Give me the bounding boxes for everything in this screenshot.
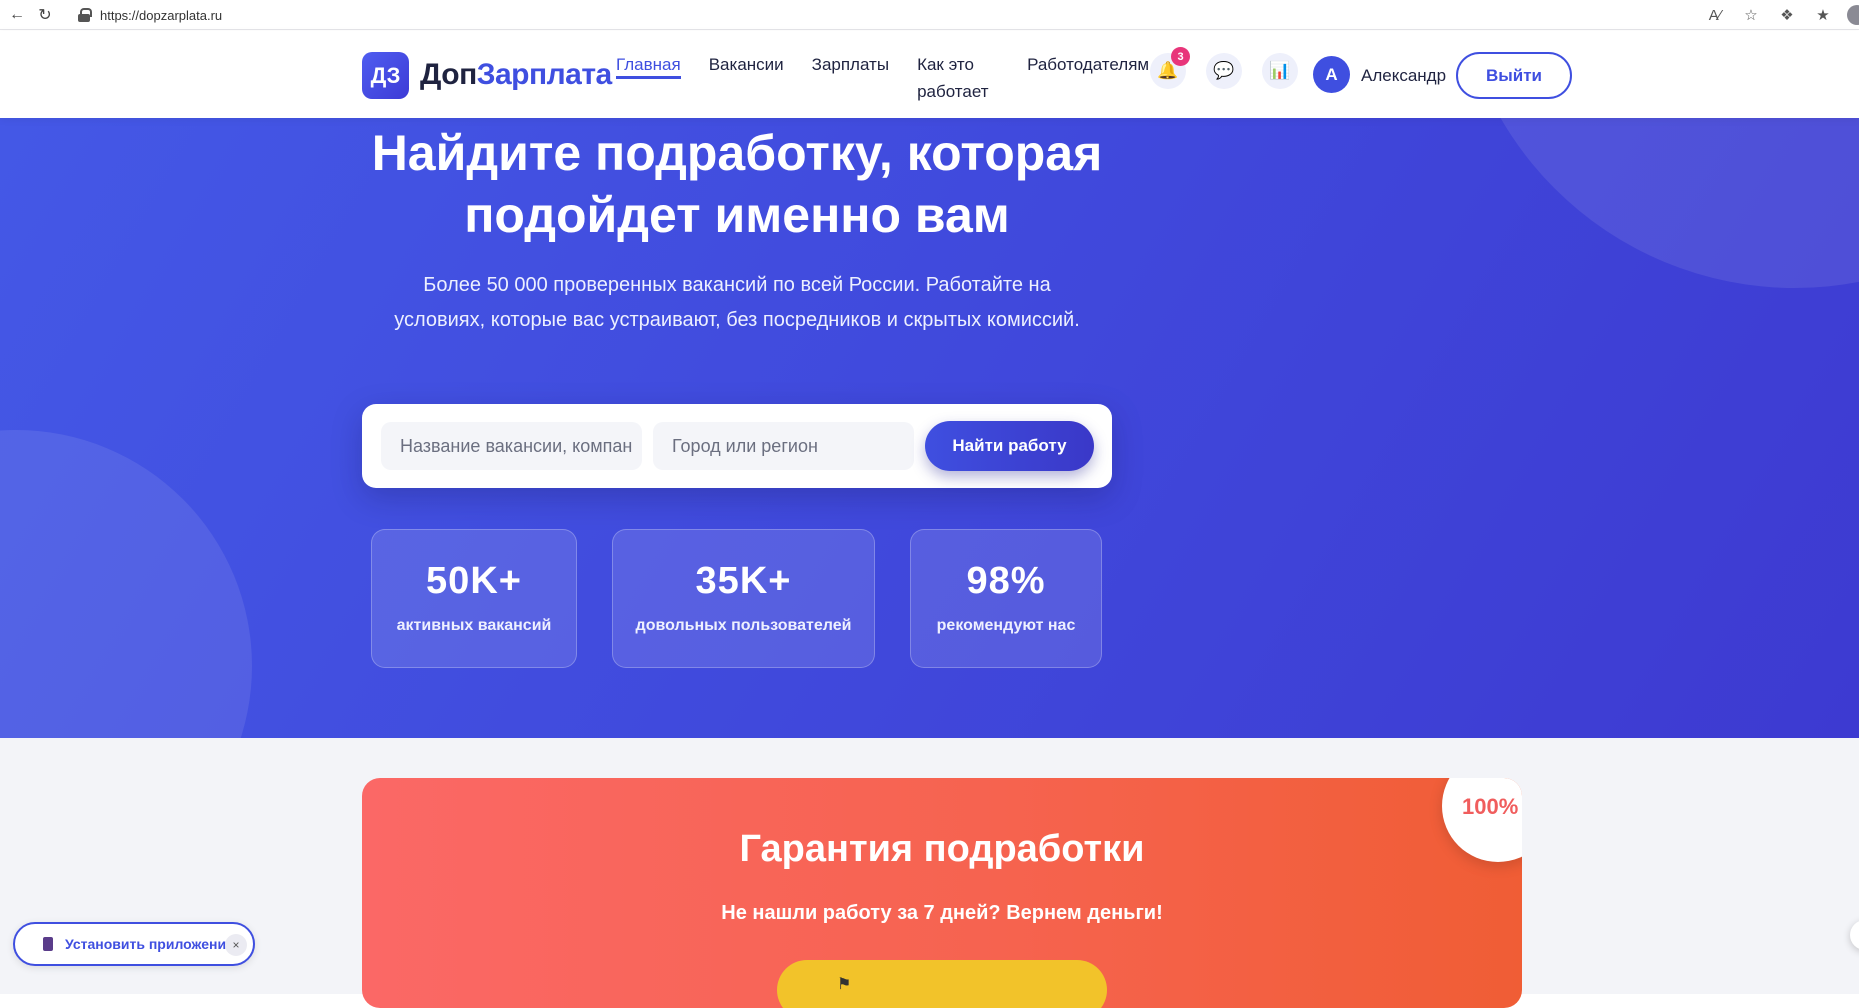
profile-icon[interactable]	[1847, 5, 1859, 25]
stat-value: 98%	[966, 560, 1046, 602]
nav-link-employers[interactable]: Работодателям	[1027, 51, 1149, 105]
guarantee-title: Гарантия подработки	[739, 828, 1145, 870]
install-app-label: Установить приложение	[65, 936, 234, 952]
nav-link-how-it-works[interactable]: Как это работает	[917, 51, 999, 105]
hero-section: Найдите подработку, которая подойдет име…	[0, 118, 1859, 738]
guarantee-banner: 100% Гарантия подработки Не нашли работу…	[362, 778, 1522, 1008]
hero-title: Найдите подработку, которая подойдет име…	[371, 125, 1103, 243]
hero-subtitle: Более 50 000 проверенных вакансий по все…	[394, 274, 1080, 331]
city-search-input[interactable]	[653, 422, 914, 470]
back-icon[interactable]: ←	[6, 4, 28, 26]
guarantee-badge-text: 100%	[1462, 794, 1519, 819]
header-icons: 🔔 3 💬 📊	[1150, 47, 1298, 89]
reload-icon[interactable]: ↻	[34, 4, 56, 26]
favorites-list-icon[interactable]: ★	[1811, 3, 1835, 27]
browser-actions: A⁄ ☆ ❖ ★	[1703, 3, 1859, 27]
nav-link-salaries[interactable]: Зарплаты	[812, 51, 889, 105]
browser-toolbar: ← ↻ https://dopzarplata.ru A⁄ ☆ ❖ ★	[0, 0, 1859, 30]
cta-icon: ⚑	[837, 976, 852, 993]
logo-text-part-2: Зарплата	[476, 58, 613, 91]
extensions-icon[interactable]: ❖	[1775, 3, 1799, 27]
stat-label: активных вакансий	[396, 617, 552, 634]
logout-button[interactable]: Выйти	[1456, 52, 1572, 99]
install-app-button[interactable]: Установить приложение ×	[13, 922, 255, 966]
stat-value: 50K+	[426, 560, 522, 602]
logo-text-part-1: Доп	[420, 58, 477, 91]
notification-badge: 3	[1171, 47, 1190, 66]
avatar[interactable]: А	[1313, 56, 1350, 93]
phone-icon	[43, 937, 53, 951]
logo-text[interactable]: ДопЗарплата	[420, 58, 612, 92]
job-search-input[interactable]	[381, 422, 642, 470]
stat-card: 50K+ активных вакансий	[371, 529, 577, 668]
stat-card: 98% рекомендуют нас	[910, 529, 1102, 668]
nav-link-home[interactable]: Главная	[616, 51, 681, 79]
guarantee-subtitle: Не нашли работу за 7 дней? Вернем деньги…	[721, 902, 1163, 924]
stat-card: 35K+ довольных пользователей	[612, 529, 875, 668]
user-name[interactable]: Александр	[1361, 66, 1446, 86]
guarantee-section: 100% Гарантия подработки Не нашли работу…	[0, 738, 1859, 1008]
stat-value: 35K+	[695, 560, 792, 602]
address-bar[interactable]: https://dopzarplata.ru	[70, 2, 1859, 28]
chart-icon[interactable]: 📊	[1262, 53, 1298, 89]
close-icon[interactable]: ×	[225, 934, 247, 956]
lock-icon	[78, 8, 92, 22]
decorative-circle	[1455, 118, 1859, 288]
logo-badge[interactable]: ДЗ	[362, 52, 409, 99]
chat-icon[interactable]: 💬	[1206, 53, 1242, 89]
main-nav: Главная Вакансии Зарплаты Как это работа…	[616, 51, 1149, 105]
stat-label: рекомендуют нас	[936, 617, 1076, 634]
url-text[interactable]: https://dopzarplata.ru	[100, 8, 222, 23]
favorite-star-icon[interactable]: ☆	[1739, 3, 1763, 27]
search-box: Найти работу	[362, 404, 1112, 488]
guarantee-cta-button[interactable]: ⚑	[777, 960, 1107, 1008]
stat-label: довольных пользователей	[635, 617, 852, 634]
stats-row: 50K+ активных вакансий 35K+ довольных по…	[0, 529, 1859, 669]
nav-link-vacancies[interactable]: Вакансии	[709, 51, 784, 105]
site-header: ДЗ ДопЗарплата Главная Вакансии Зарплаты…	[0, 31, 1859, 118]
read-aloud-icon[interactable]: A⁄	[1703, 3, 1727, 27]
find-job-button[interactable]: Найти работу	[925, 421, 1094, 471]
bell-icon[interactable]: 🔔 3	[1150, 47, 1190, 89]
